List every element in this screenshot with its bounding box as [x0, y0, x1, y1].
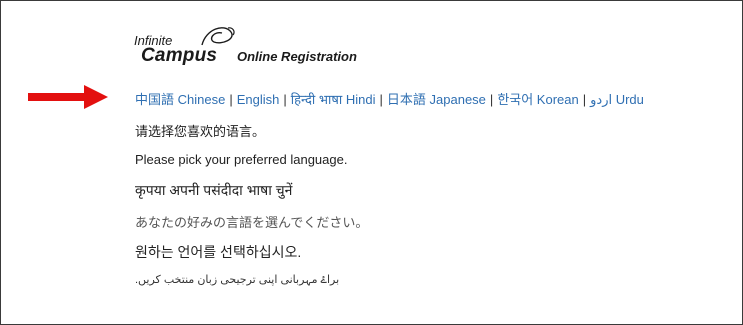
- language-link-chinese[interactable]: 中国語 Chinese: [135, 92, 225, 107]
- language-separator: |: [582, 92, 587, 107]
- logo-tagline: Online Registration: [237, 49, 357, 64]
- prompt-japanese: あなたの好みの言語を選んでください。: [135, 215, 369, 230]
- language-link-urdu[interactable]: اردو Urdu: [590, 92, 644, 107]
- prompt-chinese: 请选择您喜欢的语言。: [135, 124, 266, 139]
- language-separator: |: [489, 92, 494, 107]
- language-separator: |: [229, 92, 233, 107]
- prompt-hindi: कृपया अपनी पसंदीदा भाषा चुनें: [135, 182, 293, 198]
- infinite-campus-logo: Infinite Campus Online Registration: [134, 25, 384, 73]
- right-arrow-icon: [28, 85, 108, 109]
- language-separator: |: [379, 92, 383, 107]
- logo-word-campus: Campus: [141, 45, 218, 66]
- prompt-english: Please pick your preferred language.: [135, 152, 348, 167]
- language-selector: 中国語 Chinese | English | हिन्दी भाषा Hindi | 日本…: [135, 89, 644, 108]
- language-link-hindi[interactable]: हिन्दी भाषा Hindi: [291, 92, 376, 107]
- page-frame: Infinite Campus Online Registration 中国語 …: [0, 0, 743, 325]
- language-link-japanese[interactable]: 日本語 Japanese: [387, 92, 486, 107]
- language-link-english[interactable]: English: [237, 92, 280, 107]
- prompt-urdu: براۓ مہربانی اپنی ترجیحی زبان منتخب کریں…: [135, 274, 340, 286]
- language-link-korean[interactable]: 한국어 Korean: [497, 92, 578, 107]
- language-separator: |: [283, 92, 287, 107]
- prompt-korean: 원하는 언어를 선택하십시오.: [135, 244, 302, 260]
